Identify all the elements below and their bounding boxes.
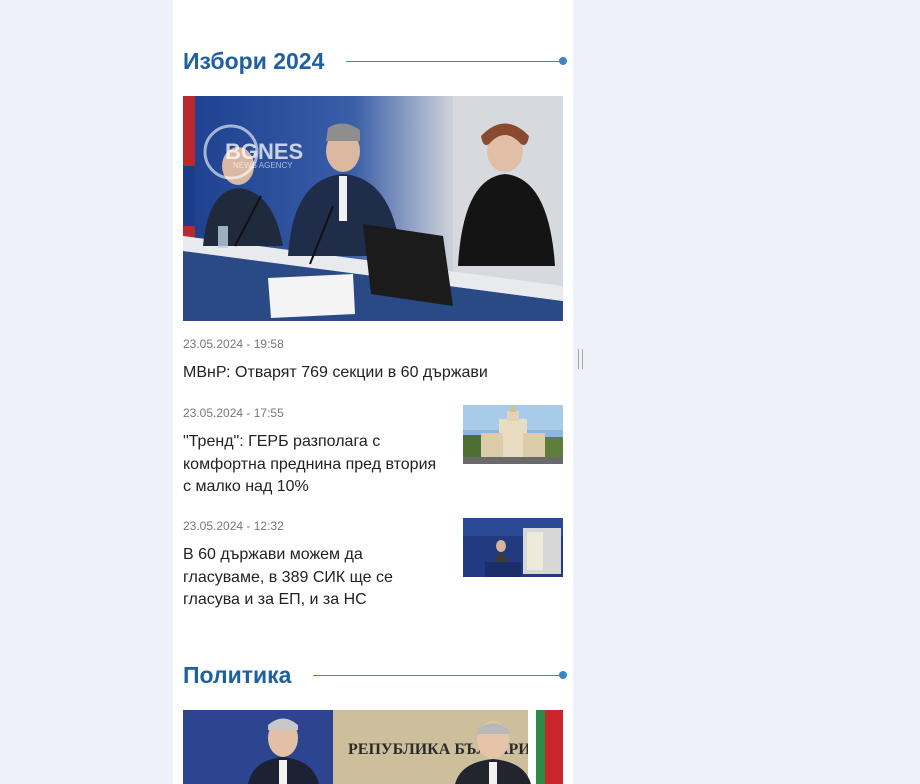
section-divider (313, 671, 567, 679)
section-title[interactable]: Избори 2024 (183, 46, 324, 76)
article-headline[interactable]: "Тренд": ГЕРБ разполага с комфортна пред… (183, 431, 448, 499)
article-date: 23.05.2024 - 12:32 (183, 519, 284, 533)
article-headline[interactable]: В 60 държави можем да гласуваме, в 389 С… (183, 544, 448, 612)
hero-image-politics[interactable]: РЕПУБЛИКА БЪЛГАРИЯ МИНИСТЕРСКИ СЪВЕТ (183, 710, 563, 784)
splitter-handle[interactable] (578, 349, 583, 369)
news-column: Избори 2024 BGNES NEWS AGENCY 23.05.2024… (173, 0, 573, 784)
article-thumbnail[interactable] (463, 405, 563, 464)
article-headline[interactable]: МВнР: Отварят 769 секции в 60 държави (183, 362, 563, 385)
section-header-elections: Избори 2024 (183, 46, 567, 76)
section-title[interactable]: Политика (183, 660, 291, 690)
section-header-politics: Политика (183, 660, 567, 690)
watermark-sub: NEWS AGENCY (233, 161, 293, 170)
article-date: 23.05.2024 - 17:55 (183, 406, 284, 420)
hero-image-elections[interactable]: BGNES NEWS AGENCY (183, 96, 563, 321)
article-thumbnail[interactable] (463, 518, 563, 577)
article-date: 23.05.2024 - 19:58 (183, 337, 284, 351)
section-divider (346, 57, 567, 65)
